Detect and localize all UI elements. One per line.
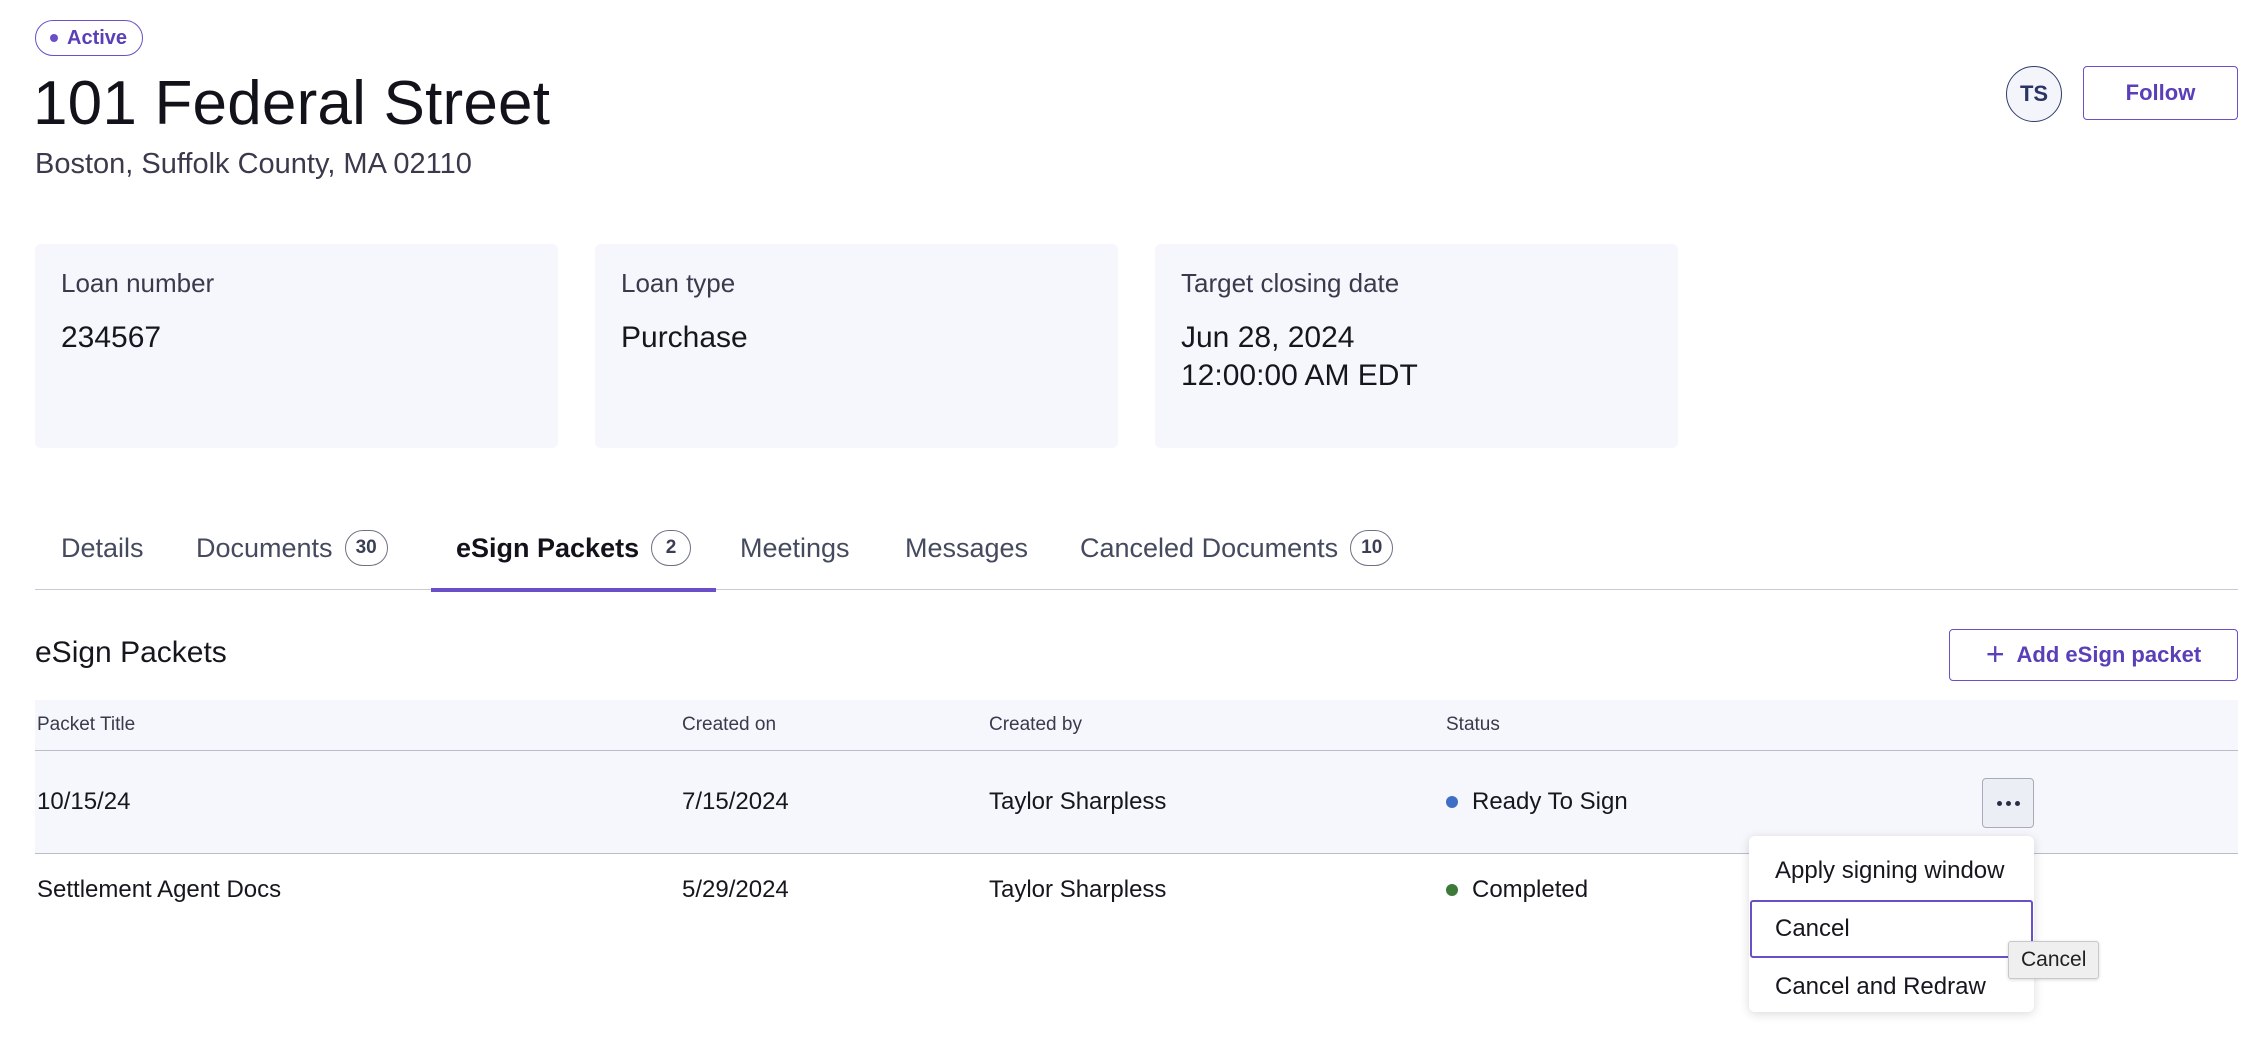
tab-canceled-documents[interactable]: Canceled Documents 10 — [1080, 506, 1394, 590]
column-header-packet-title[interactable]: Packet Title — [37, 714, 135, 736]
section-title: eSign Packets — [35, 636, 227, 669]
page-title: 101 Federal Street — [33, 69, 551, 138]
tab-label: Details — [61, 532, 144, 563]
plus-icon: + — [1985, 635, 2005, 672]
tab-bar: Details Documents 30 eSign Packets 2 Mee… — [35, 506, 2238, 592]
card-value: Purchase — [621, 321, 748, 354]
status-label: Completed — [1472, 876, 1589, 903]
status-label: Ready To Sign — [1472, 788, 1628, 815]
status-dot-icon — [1446, 884, 1458, 896]
menu-item-cancel[interactable]: Cancel — [1750, 900, 2033, 958]
tab-label: Canceled Documents — [1080, 532, 1339, 563]
menu-item-apply-signing-window[interactable]: Apply signing window — [1749, 842, 2034, 900]
more-horizontal-icon — [1996, 800, 2020, 806]
card-value: 234567 — [61, 321, 162, 354]
card-label: Loan type — [621, 268, 736, 298]
tab-count-badge: 2 — [651, 530, 692, 566]
tab-details[interactable]: Details — [61, 506, 144, 590]
tab-messages[interactable]: Messages — [905, 506, 1028, 590]
status-cell: Completed — [1446, 876, 1588, 904]
status-dot-icon — [1446, 796, 1458, 808]
created-on-cell: 5/29/2024 — [682, 876, 789, 903]
tab-count-badge: 30 — [344, 530, 388, 566]
menu-item-cancel-and-redraw[interactable]: Cancel and Redraw — [1749, 958, 2034, 1016]
target-closing-date-card: Target closing date Jun 28, 2024 12:00:0… — [1155, 244, 1678, 448]
card-label: Target closing date — [1181, 268, 1400, 298]
tab-label: eSign Packets — [456, 532, 640, 563]
property-address: Boston, Suffolk County, MA 02110 — [35, 148, 472, 180]
packet-title-cell[interactable]: Settlement Agent Docs — [37, 876, 281, 904]
table-header: Packet Title Created on Created by Statu… — [35, 700, 2238, 751]
card-value: Jun 28, 2024 12:00:00 AM EDT — [1181, 321, 1418, 392]
tab-label: Messages — [905, 532, 1029, 563]
status-cell: Ready To Sign — [1446, 788, 1628, 816]
status-badge-label: Active — [67, 26, 128, 49]
row-actions-menu: Apply signing window Cancel Cancel and R… — [1749, 836, 2034, 1012]
tab-esign-packets[interactable]: eSign Packets 2 — [430, 506, 717, 592]
tab-count-badge: 10 — [1350, 530, 1394, 566]
card-label: Loan number — [61, 268, 215, 298]
tab-documents[interactable]: Documents 30 — [196, 506, 388, 590]
tab-meetings[interactable]: Meetings — [740, 506, 850, 590]
column-header-created-by[interactable]: Created by — [989, 714, 1082, 736]
created-by-cell: Taylor Sharpless — [989, 876, 1167, 903]
loan-type-card: Loan type Purchase — [595, 244, 1118, 448]
created-on-cell: 7/15/2024 — [682, 788, 789, 815]
add-esign-packet-button[interactable]: + Add eSign packet — [1949, 629, 2238, 681]
tab-label: Documents — [196, 532, 333, 563]
created-by-cell: Taylor Sharpless — [989, 788, 1167, 815]
tooltip: Cancel — [2008, 941, 2100, 979]
status-dot-icon — [50, 34, 58, 42]
column-header-status[interactable]: Status — [1446, 714, 1500, 736]
status-badge: Active — [35, 20, 144, 56]
avatar[interactable]: TS — [2006, 66, 2062, 122]
column-header-created-on[interactable]: Created on — [682, 714, 776, 736]
tab-label: Meetings — [740, 532, 850, 563]
add-esign-packet-label: Add eSign packet — [2016, 642, 2202, 667]
row-actions-button[interactable] — [1982, 778, 2034, 828]
follow-button[interactable]: Follow — [2083, 66, 2238, 120]
packet-title-cell[interactable]: 10/15/24 — [37, 788, 130, 816]
loan-number-card: Loan number 234567 — [35, 244, 558, 448]
